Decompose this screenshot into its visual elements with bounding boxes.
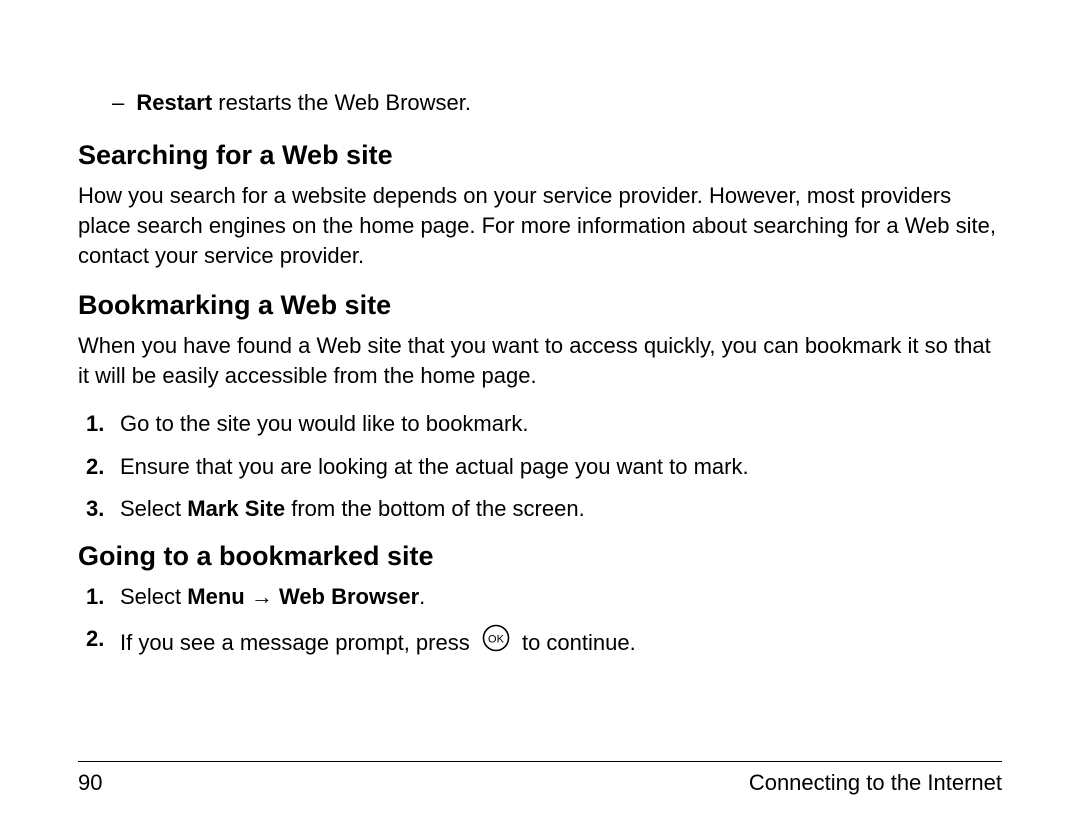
step-number: 1. (86, 582, 104, 612)
step-number: 3. (86, 494, 104, 524)
step-pre: If you see a message prompt, press (120, 630, 476, 655)
footer-rule (78, 761, 1002, 762)
document-page: – Restart restarts the Web Browser. Sear… (0, 0, 1080, 834)
chapter-title: Connecting to the Internet (749, 770, 1002, 796)
step-number: 2. (86, 624, 104, 654)
step-post: from the bottom of the screen. (285, 496, 585, 521)
step-text: Go to the site you would like to bookmar… (120, 411, 528, 436)
heading-searching: Searching for a Web site (78, 140, 1002, 171)
page-footer: 90 Connecting to the Internet (78, 761, 1002, 796)
heading-bookmarking: Bookmarking a Web site (78, 290, 1002, 321)
going-steps: 1. Select Menu → Web Browser. 2. If you … (78, 582, 1002, 665)
step-number: 1. (86, 409, 104, 439)
step-pre: Select (120, 496, 187, 521)
restart-bullet: – Restart restarts the Web Browser. (112, 88, 1002, 118)
page-number: 90 (78, 770, 102, 796)
restart-text: restarts the Web Browser. (212, 90, 471, 115)
ok-button-icon: OK (482, 624, 510, 660)
heading-going-to-bookmarked: Going to a bookmarked site (78, 541, 1002, 572)
arrow: → (245, 584, 279, 609)
step-post: to continue. (522, 630, 636, 655)
step-1-select-menu: 1. Select Menu → Web Browser. (78, 582, 1002, 612)
dash: – (112, 88, 124, 118)
svg-text:OK: OK (488, 633, 505, 645)
mark-site-label: Mark Site (187, 496, 285, 521)
menu-label: Menu (187, 584, 244, 609)
step-pre: Select (120, 584, 187, 609)
body-searching: How you search for a website depends on … (78, 181, 1002, 272)
step-1-goto-site: 1. Go to the site you would like to book… (78, 409, 1002, 439)
step-number: 2. (86, 452, 104, 482)
web-browser-label: Web Browser (279, 584, 419, 609)
body-bookmarking: When you have found a Web site that you … (78, 331, 1002, 392)
bookmarking-steps: 1. Go to the site you would like to book… (78, 409, 1002, 524)
restart-label: Restart (136, 90, 212, 115)
step-text: Ensure that you are looking at the actua… (120, 454, 749, 479)
step-post: . (419, 584, 425, 609)
step-3-mark-site: 3. Select Mark Site from the bottom of t… (78, 494, 1002, 524)
step-2-ensure-page: 2. Ensure that you are looking at the ac… (78, 452, 1002, 482)
step-2-press-ok: 2. If you see a message prompt, press OK… (78, 624, 1002, 664)
